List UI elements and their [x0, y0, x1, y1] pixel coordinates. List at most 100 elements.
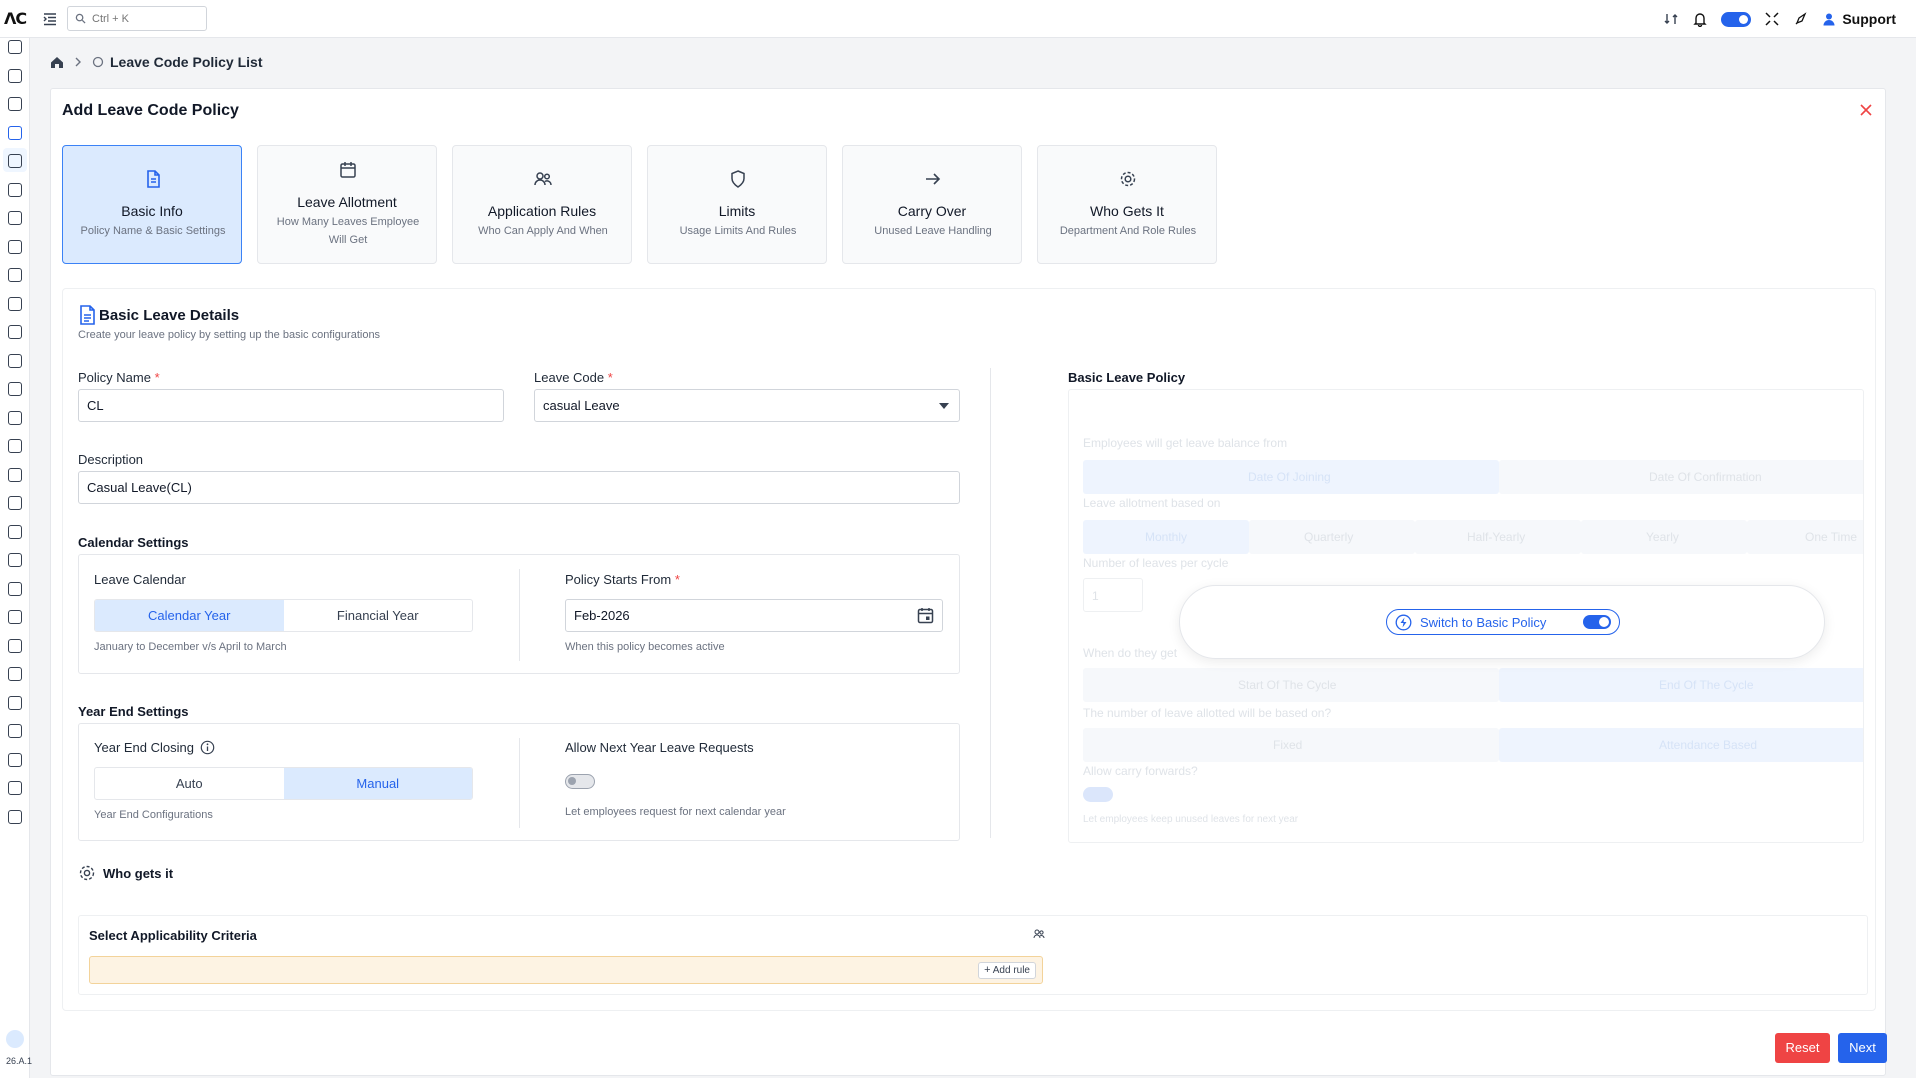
criteria-rule-box[interactable]: + Add rule — [89, 956, 1043, 984]
basic-leave-policy-panel: Employees will get leave balance from Da… — [1068, 389, 1864, 843]
switch-to-basic-button[interactable]: Switch to Basic Policy — [1386, 609, 1620, 635]
app-logo[interactable]: ΛC — [4, 9, 27, 28]
step-leave-allotment[interactable]: Leave Allotment How Many Leaves Employee… — [257, 145, 437, 264]
clipboard-icon[interactable] — [8, 610, 22, 624]
step-subtitle: Department And Role Rules — [1059, 225, 1197, 237]
gauge-icon[interactable] — [8, 525, 22, 539]
basic-leave-details-section: Basic Leave Details Create your leave po… — [62, 288, 1876, 1011]
leave-policy-icon[interactable] — [8, 126, 22, 140]
search-box[interactable] — [67, 6, 207, 31]
fullscreen-icon[interactable] — [1764, 11, 1780, 27]
ghost-option: Start Of The Cycle — [1083, 668, 1499, 702]
users-icon — [534, 172, 552, 186]
search-input[interactable] — [92, 10, 202, 27]
year-end-closing-hint: Year End Configurations — [94, 809, 213, 821]
switch-to-basic-toggle[interactable] — [1583, 615, 1611, 629]
switch-arrows-icon[interactable] — [1663, 11, 1679, 27]
edit-icon[interactable] — [8, 439, 22, 453]
cards-icon[interactable] — [8, 496, 22, 510]
gear-icon — [1120, 171, 1136, 187]
rocket-icon[interactable] — [1793, 11, 1809, 27]
next-year-requests-label: Allow Next Year Leave Requests — [565, 740, 754, 755]
pin-icon[interactable] — [8, 240, 22, 254]
document-icon — [80, 305, 95, 325]
step-who-gets-it[interactable]: Who Gets It Department And Role Rules — [1037, 145, 1217, 264]
breadcrumb-current[interactable]: Leave Code Policy List — [110, 54, 263, 70]
policy-name-label: Policy Name * — [78, 370, 160, 385]
ghost-balance-from: Employees will get leave balance from — [1083, 436, 1288, 450]
step-application-rules[interactable]: Application Rules Who Can Apply And When — [452, 145, 632, 264]
ghost-option: Monthly — [1083, 520, 1249, 554]
financial-year-option[interactable]: Financial Year — [284, 600, 473, 631]
gear-icon — [79, 865, 95, 881]
ghost-carry-hint: Let employees keep unused leaves for nex… — [1083, 814, 1299, 825]
bag-icon[interactable] — [8, 183, 22, 197]
year-end-closing-toggle: Auto Manual — [94, 767, 473, 800]
home-icon[interactable] — [50, 56, 64, 69]
text-size-icon[interactable] — [8, 810, 22, 824]
description-label: Description — [78, 452, 144, 467]
search-icon — [75, 13, 86, 24]
users-icon[interactable] — [1033, 928, 1045, 940]
policy-starts-input[interactable]: Feb-2026 — [565, 599, 943, 632]
table-icon[interactable] — [8, 696, 22, 710]
checklist-icon[interactable] — [8, 667, 22, 681]
leave-code-select[interactable]: casual Leave — [534, 389, 960, 422]
manual-option[interactable]: Manual — [283, 768, 472, 799]
chart-icon[interactable] — [8, 325, 22, 339]
help-icon[interactable] — [8, 382, 22, 396]
transfer-icon[interactable] — [8, 553, 22, 567]
chevron-right-icon — [75, 57, 81, 67]
breadcrumb: Leave Code Policy List — [50, 53, 263, 71]
step-limits[interactable]: Limits Usage Limits And Rules — [647, 145, 827, 264]
avatar[interactable] — [6, 1030, 24, 1048]
shield-icon — [731, 170, 745, 188]
next-year-requests-toggle[interactable] — [565, 774, 595, 789]
ticket-icon[interactable] — [8, 639, 22, 653]
theme-toggle[interactable] — [1721, 11, 1752, 27]
location-icon[interactable] — [8, 211, 22, 225]
team-icon[interactable] — [8, 468, 22, 482]
step-basic-info[interactable]: Basic Info Policy Name & Basic Settings — [62, 145, 242, 264]
devices-icon[interactable] — [8, 354, 22, 368]
add-rule-button[interactable]: + Add rule — [978, 962, 1036, 979]
dashboard-icon[interactable] — [8, 40, 22, 54]
calendar-icon[interactable] — [917, 607, 934, 624]
close-icon[interactable] — [1859, 103, 1873, 117]
next-button[interactable]: Next — [1838, 1033, 1887, 1063]
wallet-icon[interactable] — [8, 297, 22, 311]
description-input[interactable]: Casual Leave(CL) — [78, 471, 960, 504]
id-card-icon[interactable] — [8, 582, 22, 596]
basic-leave-policy-title: Basic Leave Policy — [1068, 370, 1186, 385]
support-menu[interactable]: Support — [1822, 11, 1896, 27]
ghost-option: Date Of Confirmation — [1499, 460, 1863, 494]
step-carry-over[interactable]: Carry Over Unused Leave Handling — [842, 145, 1022, 264]
add-policy-card: Add Leave Code Policy Basic Info Policy … — [50, 88, 1887, 1076]
tasks-icon[interactable] — [8, 69, 22, 83]
menu-toggle-icon[interactable] — [42, 11, 58, 27]
auto-option[interactable]: Auto — [95, 768, 284, 799]
clock-icon[interactable] — [8, 154, 22, 168]
info-icon[interactable] — [200, 740, 215, 755]
reset-button[interactable]: Reset — [1775, 1033, 1830, 1063]
report-icon[interactable] — [8, 268, 22, 282]
ghost-option: Yearly — [1581, 520, 1747, 554]
ghost-option: Quarterly — [1249, 520, 1415, 554]
step-subtitle: How Many Leaves Employee Will Get — [276, 216, 420, 246]
policy-starts-label: Policy Starts From * — [565, 572, 680, 587]
section-subtitle: Create your leave policy by setting up t… — [78, 329, 381, 341]
switch-overlay: Switch to Basic Policy — [1179, 585, 1825, 659]
settings-icon[interactable] — [8, 781, 22, 795]
bell-icon[interactable] — [1692, 11, 1708, 27]
calendar-year-option[interactable]: Calendar Year — [95, 600, 284, 631]
gavel-icon[interactable] — [8, 411, 22, 425]
leave-code-label: Leave Code * — [534, 370, 613, 385]
policy-name-input[interactable]: CL — [78, 389, 504, 422]
ghost-allotment-based: Leave allotment based on — [1083, 496, 1221, 510]
target-icon[interactable] — [8, 724, 22, 738]
user-icon — [1823, 13, 1835, 26]
calendar-icon[interactable] — [8, 97, 22, 111]
mail-icon[interactable] — [8, 753, 22, 767]
column-divider — [990, 368, 991, 838]
step-title: Who Gets It — [1090, 203, 1164, 219]
